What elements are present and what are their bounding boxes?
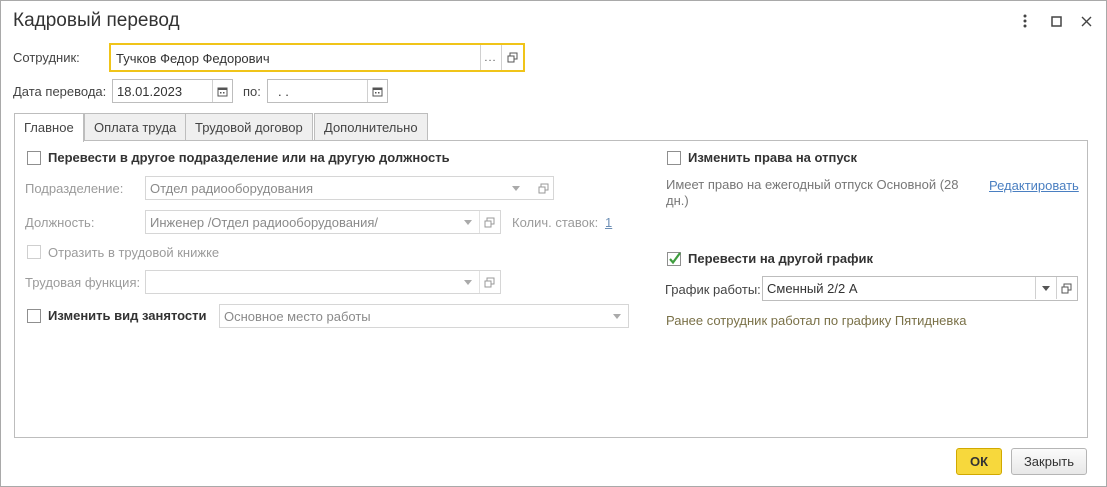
transfer-dialog: Кадровый перевод Сотрудник: Тучков Федор…	[0, 0, 1107, 487]
vacation-note: Имеет право на ежегодный отпуск Основной…	[666, 177, 959, 208]
vacation-checkbox[interactable]	[667, 151, 681, 165]
department-value: Отдел радиооборудования	[150, 181, 314, 196]
maximize-icon[interactable]	[1048, 13, 1064, 29]
vacation-label: Изменить права на отпуск	[688, 150, 857, 165]
open-button[interactable]	[501, 45, 523, 70]
open-window-icon	[507, 52, 518, 63]
chevron-down-icon	[1041, 285, 1050, 291]
transfer-checkbox-label: Перевести в другое подразделение или на …	[48, 150, 450, 165]
dialog-title: Кадровый перевод	[13, 10, 180, 31]
schedule-checkbox-label: Перевести на другой график	[688, 251, 874, 266]
date-label: Дата перевода:	[13, 84, 107, 99]
department-dropdown[interactable]	[510, 177, 522, 199]
date-calendar-button[interactable]	[212, 80, 232, 102]
position-value: Инженер /Отдел радиооборудования/	[150, 215, 379, 230]
close-icon[interactable]	[1078, 13, 1094, 29]
calendar-icon	[372, 87, 383, 96]
employment-type-checkbox[interactable]	[27, 309, 41, 323]
employment-type-label: Изменить вид занятости	[48, 308, 207, 323]
schedule-field[interactable]: Сменный 2/2 А	[762, 276, 1078, 301]
more-icon[interactable]	[1017, 13, 1033, 29]
schedule-value: Сменный 2/2 А	[767, 281, 858, 296]
schedule-dropdown[interactable]	[1035, 277, 1055, 299]
to-date-calendar-button[interactable]	[367, 80, 387, 102]
chevron-down-icon	[512, 185, 520, 191]
position-open-button[interactable]	[479, 211, 499, 233]
department-open-button[interactable]	[534, 176, 554, 200]
ellipsis-icon: ...	[484, 51, 497, 64]
rates-value-link[interactable]: 1	[605, 215, 612, 230]
tab-contract[interactable]: Трудовой договор	[185, 113, 313, 141]
open-window-icon	[1061, 283, 1072, 293]
position-dropdown[interactable]	[459, 211, 477, 233]
to-date-field[interactable]: . .	[267, 79, 388, 103]
employee-field[interactable]: Тучков Федор Федорович ...	[109, 43, 525, 72]
chevron-down-icon	[464, 279, 472, 285]
rates-label: Колич. ставок:	[512, 215, 599, 230]
open-window-icon	[484, 217, 495, 227]
transfer-checkbox[interactable]	[27, 151, 41, 165]
employee-value: Тучков Федор Федорович	[116, 51, 270, 66]
chevron-down-icon	[464, 219, 472, 225]
open-window-icon	[484, 277, 495, 287]
edit-vacation-link[interactable]: Редактировать	[989, 178, 1079, 193]
tab-additional[interactable]: Дополнительно	[314, 113, 428, 141]
department-field[interactable]: Отдел радиооборудования	[145, 176, 545, 200]
department-label: Подразделение:	[25, 181, 124, 196]
employment-type-dropdown[interactable]	[608, 305, 626, 327]
workbook-label: Отразить в трудовой книжке	[48, 245, 220, 260]
labor-function-field[interactable]	[145, 270, 501, 294]
to-date-value: . .	[278, 84, 289, 99]
calendar-icon	[217, 87, 228, 96]
schedule-checkbox[interactable]	[667, 252, 681, 266]
date-field[interactable]: 18.01.2023	[112, 79, 233, 103]
chevron-down-icon	[613, 313, 621, 319]
employee-label: Сотрудник:	[13, 50, 80, 65]
labor-function-label: Трудовая функция:	[25, 275, 141, 290]
tab-panel-main: Перевести в другое подразделение или на …	[14, 140, 1088, 438]
tab-main[interactable]: Главное	[14, 113, 84, 142]
employment-type-value: Основное место работы	[224, 309, 371, 324]
checkmark-icon	[667, 252, 681, 266]
close-button[interactable]: Закрыть	[1011, 448, 1087, 475]
ok-button[interactable]: ОК	[956, 448, 1002, 475]
date-value: 18.01.2023	[117, 84, 183, 99]
schedule-note: Ранее сотрудник работал по графику Пятид…	[666, 313, 967, 328]
schedule-label: График работы:	[665, 282, 761, 297]
schedule-open-button[interactable]	[1056, 277, 1076, 299]
employment-type-field[interactable]: Основное место работы	[219, 304, 629, 328]
position-field[interactable]: Инженер /Отдел радиооборудования/	[145, 210, 501, 234]
open-window-icon	[538, 183, 549, 194]
tab-payment[interactable]: Оплата труда	[84, 113, 187, 141]
position-label: Должность:	[25, 215, 95, 230]
labor-function-open-button[interactable]	[479, 271, 499, 293]
workbook-checkbox[interactable]	[27, 245, 41, 259]
select-button[interactable]: ...	[480, 45, 500, 70]
to-label: по:	[243, 84, 261, 99]
labor-function-dropdown[interactable]	[459, 271, 477, 293]
